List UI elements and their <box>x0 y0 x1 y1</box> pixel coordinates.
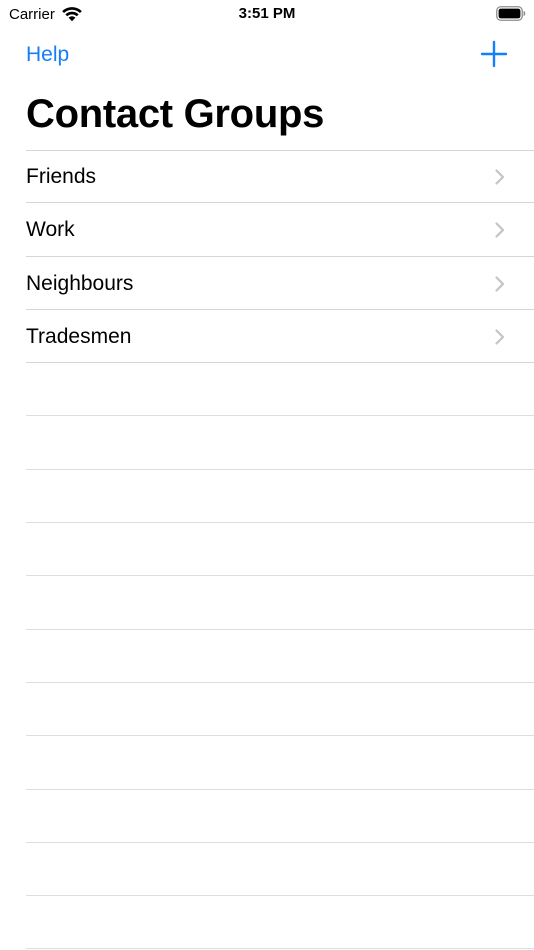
chevron-right-icon <box>495 275 505 292</box>
help-button[interactable]: Help <box>26 42 69 68</box>
empty-row <box>0 683 534 737</box>
chevron-right-icon <box>495 222 505 238</box>
empty-row <box>0 470 534 524</box>
group-row-work[interactable]: Work <box>0 203 534 257</box>
group-row-label: Work <box>26 218 75 242</box>
group-row-label: Neighbours <box>26 271 134 295</box>
empty-row <box>0 576 534 630</box>
empty-row <box>0 736 534 790</box>
group-row-label: Tradesmen <box>26 324 132 348</box>
row-separator <box>26 948 534 950</box>
group-row-friends[interactable]: Friends <box>0 150 534 204</box>
chevron-right-icon <box>495 169 505 185</box>
empty-row <box>0 896 534 950</box>
group-row-label: Friends <box>26 165 97 188</box>
empty-row <box>0 630 534 683</box>
groups-table: Friends Work Neighbours Tradesmen <box>0 150 534 950</box>
empty-row <box>0 790 534 843</box>
group-row-neighbours[interactable]: Neighbours <box>0 257 534 310</box>
empty-row <box>0 363 534 417</box>
empty-row <box>0 843 534 897</box>
screen: Carrier 3:51 PM Help Contact Groups Frie… <box>0 0 534 950</box>
status-time: 3:51 PM <box>238 5 296 22</box>
plus-icon[interactable] <box>478 38 510 70</box>
empty-row <box>0 523 534 577</box>
battery-icon <box>496 6 526 21</box>
status-bar: Carrier 3:51 PM <box>0 0 534 28</box>
page-title: Contact Groups <box>26 92 325 136</box>
group-row-tradesmen[interactable]: Tradesmen <box>0 310 534 364</box>
empty-row <box>0 416 534 470</box>
chevron-right-icon <box>495 329 505 345</box>
